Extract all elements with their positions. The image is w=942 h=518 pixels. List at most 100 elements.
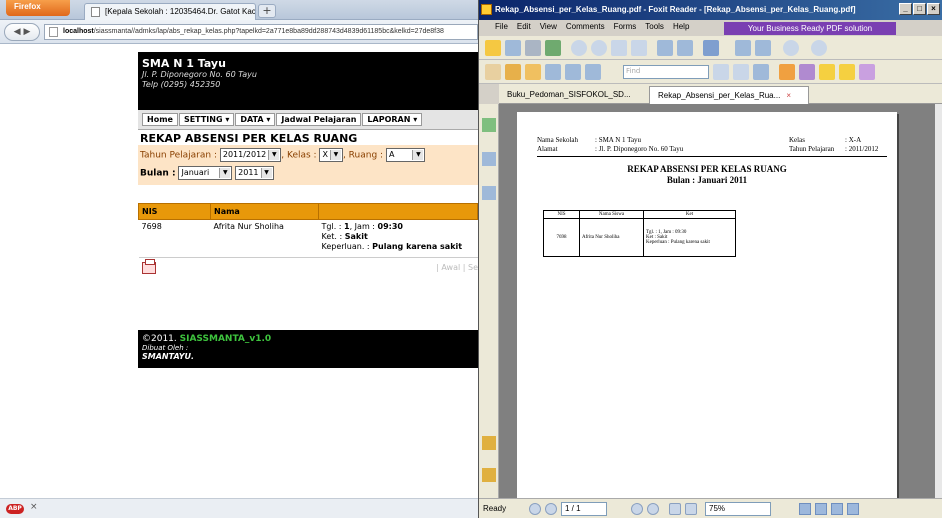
tgl-line: Tgl. : 1, Jam : 09:30 — [321, 222, 404, 231]
fit-page-icon[interactable] — [657, 40, 673, 56]
fit-width-icon[interactable] — [677, 40, 693, 56]
new-tab-button[interactable]: + — [258, 4, 276, 18]
snapshot-icon[interactable] — [545, 64, 561, 80]
facing-icon[interactable] — [831, 503, 843, 515]
page-view-icon[interactable] — [755, 40, 771, 56]
single-page-icon[interactable] — [799, 503, 811, 515]
select-text-icon[interactable] — [505, 64, 521, 80]
promo-banner[interactable]: Your Business Ready PDF solution — [724, 22, 896, 35]
firefox-statusbar: ABP × — [0, 498, 478, 518]
pdf-alamat-value: : Jl. P. Diponegoro No. 60 Tayu — [595, 145, 684, 153]
pagination[interactable]: | Awal | Se — [436, 263, 478, 272]
edit-icon[interactable] — [799, 64, 815, 80]
minimize-icon[interactable]: _ — [899, 3, 912, 15]
tab-rekap-absensi[interactable]: Rekap_Absensi_per_Kelas_Rua... × — [649, 86, 809, 104]
tapel-label: Tahun Pelajaran : — [140, 150, 217, 161]
foxit-toolbar-1 — [479, 36, 942, 60]
find-next-icon[interactable] — [733, 64, 749, 80]
email-icon[interactable] — [545, 40, 561, 56]
forward-arrow-icon[interactable]: ▶ — [23, 27, 30, 37]
comments-icon[interactable] — [482, 468, 496, 482]
web-page: SMA N 1 Tayu Jl. P. Diponegoro No. 60 Ta… — [138, 52, 478, 368]
maximize-icon[interactable]: □ — [913, 3, 926, 15]
continuous-icon[interactable] — [815, 503, 827, 515]
back-icon[interactable] — [669, 503, 681, 515]
menu-forms[interactable]: Forms — [614, 22, 637, 31]
first-page-icon[interactable] — [529, 503, 541, 515]
back-forward-button[interactable]: ◀ ▶ — [4, 23, 40, 41]
zoom-in-icon[interactable] — [811, 40, 827, 56]
zoom-out-icon[interactable] — [783, 40, 799, 56]
adblock-icon[interactable]: ABP — [6, 504, 24, 514]
dropdown-arrow-icon: ▾ — [266, 115, 271, 124]
prev-page-icon[interactable] — [545, 503, 557, 515]
next-page-icon[interactable] — [631, 503, 643, 515]
menu-file[interactable]: File — [495, 22, 508, 31]
tab-buku-pedoman[interactable]: Buku_Pedoman_SISFOKOL_SD... — [499, 86, 649, 104]
bookmarks-icon[interactable] — [482, 118, 496, 132]
forward-icon[interactable] — [685, 503, 697, 515]
ruang-select[interactable]: A ▼ — [385, 148, 426, 162]
bulan-select[interactable]: Januari ▼ — [178, 166, 233, 180]
back-arrow-icon[interactable]: ◀ — [14, 27, 21, 37]
menu-laporan[interactable]: LAPORAN ▾ — [362, 113, 423, 126]
url-path: /siassmanta//admks/lap/abs_rekap_kelas.p… — [93, 28, 444, 35]
url-bar[interactable]: localhost/siassmanta//admks/lap/abs_reka… — [44, 24, 478, 40]
menu-edit[interactable]: Edit — [517, 22, 531, 31]
print-icon[interactable] — [525, 40, 541, 56]
menu-home[interactable]: Home — [142, 113, 178, 126]
cell-keterangan: Tgl. : 1, Jam : 09:30 Ket. : Sakit Keper… — [318, 219, 478, 258]
pdf-table-header: NIS Nama Siswa Ket — [543, 210, 736, 219]
menu-jadwal-pelajaran[interactable]: Jadwal Pelajaran — [276, 113, 362, 126]
zoom-icon[interactable] — [703, 40, 719, 56]
menu-tools[interactable]: Tools — [645, 22, 664, 31]
print-icon[interactable] — [142, 259, 156, 274]
close-icon[interactable]: × — [30, 502, 38, 512]
search-icon[interactable] — [753, 64, 769, 80]
back-icon[interactable] — [611, 40, 627, 56]
zoom-select[interactable]: 75% — [705, 502, 771, 516]
continuous-facing-icon[interactable] — [847, 503, 859, 515]
pdf-tapel-value: : 2011/2012 — [845, 145, 879, 153]
firefox-menu-button[interactable]: Firefox — [6, 0, 70, 16]
document-tabs: Buku_Pedoman_SISFOKOL_SD... Rekap_Absens… — [499, 84, 942, 104]
tahun-select[interactable]: 2011 ▼ — [235, 166, 274, 180]
tapel-select[interactable]: 2011/2012 ▼ — [219, 148, 282, 162]
close-tab-icon[interactable]: × — [786, 91, 791, 100]
menu-comments[interactable]: Comments — [566, 22, 605, 31]
foxit-titlebar: Rekap_Absensi_per_Kelas_Ruang.pdf - Foxi… — [479, 0, 942, 20]
image-tool-icon[interactable] — [585, 64, 601, 80]
page-number-input[interactable]: 1 / 1 — [561, 502, 607, 516]
close-icon[interactable]: × — [927, 3, 940, 15]
pencil-icon[interactable] — [859, 64, 875, 80]
last-page-icon[interactable] — [647, 503, 659, 515]
menu-help[interactable]: Help — [673, 22, 689, 31]
note-icon[interactable] — [839, 64, 855, 80]
cell-nis: 7698 — [138, 219, 211, 258]
dropdown-arrow-icon: ▾ — [413, 115, 418, 124]
text-tool-icon[interactable] — [565, 64, 581, 80]
menu-setting[interactable]: SETTING ▾ — [178, 113, 235, 126]
chevron-down-icon: ▼ — [260, 168, 272, 178]
browser-tab[interactable]: [Kepala Sekolah : 12035464.Dr. Gatot Kac… — [84, 3, 256, 20]
layout-icon[interactable] — [735, 40, 751, 56]
pages-icon[interactable] — [482, 152, 496, 166]
vertical-scrollbar[interactable] — [935, 104, 942, 498]
find-input[interactable]: Find — [623, 65, 709, 79]
attachments-icon[interactable] — [482, 436, 496, 450]
textbox-icon[interactable] — [819, 64, 835, 80]
highlight-icon[interactable] — [525, 64, 541, 80]
prev-page-icon[interactable] — [571, 40, 587, 56]
next-page-icon[interactable] — [591, 40, 607, 56]
layers-icon[interactable] — [482, 186, 496, 200]
save-icon[interactable] — [505, 40, 521, 56]
menu-view[interactable]: View — [540, 22, 557, 31]
find-prev-icon[interactable] — [713, 64, 729, 80]
typewriter-icon[interactable] — [779, 64, 795, 80]
menu-data[interactable]: DATA ▾ — [235, 113, 276, 126]
kelas-select[interactable]: X ▼ — [319, 148, 343, 162]
hand-tool-icon[interactable] — [485, 64, 501, 80]
forward-icon[interactable] — [631, 40, 647, 56]
open-icon[interactable] — [485, 40, 501, 56]
pdf-cell-nis: 7698 — [543, 218, 580, 257]
